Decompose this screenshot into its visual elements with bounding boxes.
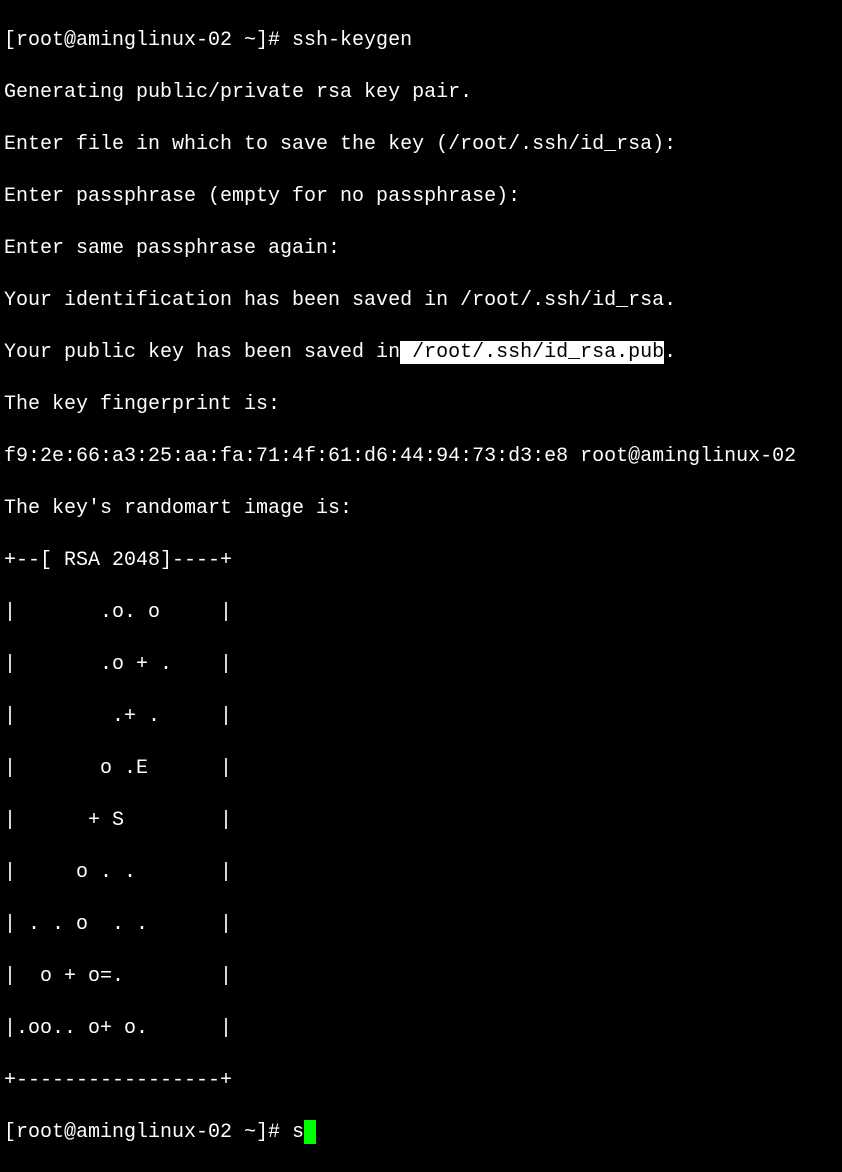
- output-line: Generating public/private rsa key pair.: [4, 80, 838, 106]
- active-prompt-line[interactable]: [root@aminglinux-02 ~]# s: [4, 1120, 838, 1146]
- randomart-line: | o + o=. |: [4, 964, 838, 990]
- output-line: Enter same passphrase again:: [4, 236, 838, 262]
- randomart-line: | .+ . |: [4, 704, 838, 730]
- fingerprint-line: f9:2e:66:a3:25:aa:fa:71:4f:61:d6:44:94:7…: [4, 444, 838, 470]
- randomart-line: +-----------------+: [4, 1068, 838, 1094]
- shell-prompt: [root@aminglinux-02 ~]#: [4, 1120, 292, 1146]
- randomart-line: | o .E |: [4, 756, 838, 782]
- randomart-line: | . . o . . |: [4, 912, 838, 938]
- cursor-block: [304, 1120, 316, 1144]
- highlighted-path: /root/.ssh/id_rsa.pub: [400, 341, 664, 364]
- randomart-line: | .o + . |: [4, 652, 838, 678]
- output-line: Enter passphrase (empty for no passphras…: [4, 184, 838, 210]
- output-line: Your identification has been saved in /r…: [4, 288, 838, 314]
- shell-prompt: [root@aminglinux-02 ~]#: [4, 29, 292, 52]
- output-line: Enter file in which to save the key (/ro…: [4, 132, 838, 158]
- output-text: .: [664, 341, 676, 364]
- command-text: ssh-keygen: [292, 29, 412, 52]
- randomart-line: | o . . |: [4, 860, 838, 886]
- typed-command[interactable]: s: [292, 1120, 304, 1146]
- randomart-line: +--[ RSA 2048]----+: [4, 548, 838, 574]
- output-text: Your public key has been saved in: [4, 341, 400, 364]
- randomart-line: | .o. o |: [4, 600, 838, 626]
- output-line: Your public key has been saved in /root/…: [4, 340, 838, 366]
- terminal-output[interactable]: [root@aminglinux-02 ~]# ssh-keygen Gener…: [4, 2, 838, 1172]
- randomart-line: | + S |: [4, 808, 838, 834]
- randomart-line: |.oo.. o+ o. |: [4, 1016, 838, 1042]
- output-line: The key fingerprint is:: [4, 392, 838, 418]
- output-line: The key's randomart image is:: [4, 496, 838, 522]
